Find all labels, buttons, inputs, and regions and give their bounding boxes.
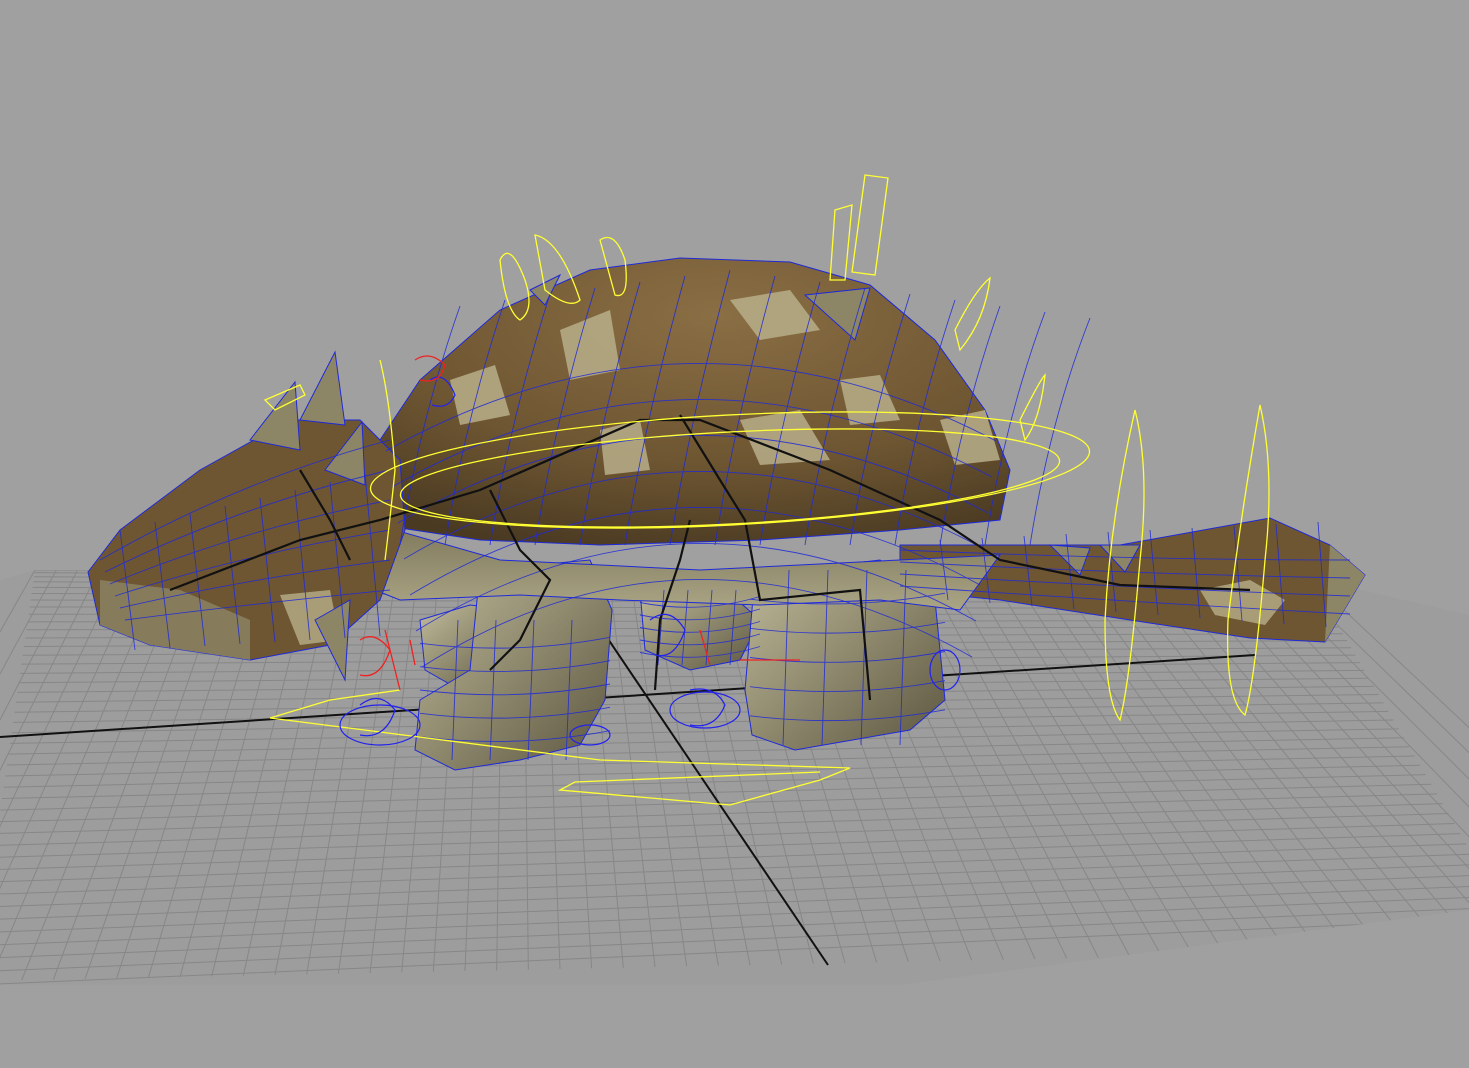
back-shell[interactable] [359,257,1141,576]
3d-viewport[interactable] [0,0,1469,1068]
